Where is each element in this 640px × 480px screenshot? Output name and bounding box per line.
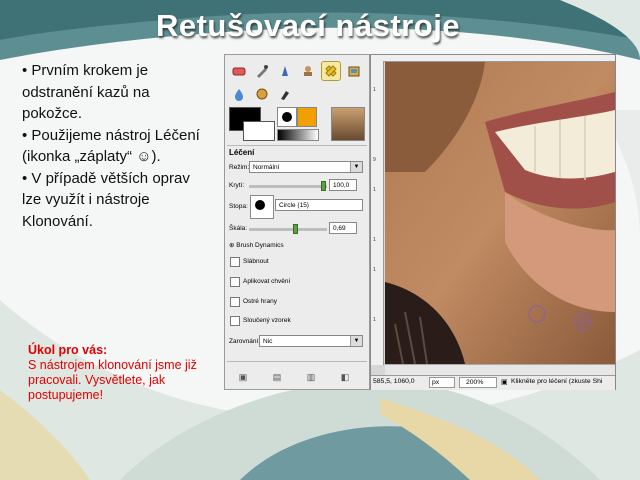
brush-name-field[interactable]: Circle (15) (275, 199, 363, 211)
tool-options-title: Léčení (229, 148, 255, 157)
brush-dynamics-label: Brush Dynamics (236, 242, 284, 249)
image-window: 1 9 1 1 1 1 585,5, 1060,0 px 200% ▣ Klik… (370, 54, 616, 390)
sample-merged-label: Sloučený vzorek (243, 317, 291, 324)
fade-label: Slábnout (243, 258, 269, 265)
scale-slider[interactable] (249, 228, 327, 231)
unit-select[interactable]: px (429, 377, 455, 388)
task-text: S nástrojem klonování jsme již pracovali… (28, 358, 197, 402)
eraser-icon[interactable] (229, 61, 249, 81)
canvas-photo[interactable] (385, 62, 615, 364)
restore-options-icon[interactable]: ▤ (271, 371, 283, 383)
zoom-value: 200% (466, 379, 484, 386)
gimp-toolbox-panel: Léčení Režim: Normální ▼ Krytí: 100,0 St… (224, 54, 370, 390)
airbrush-icon[interactable] (252, 61, 272, 81)
brush-dynamics-toggle[interactable]: ⊕ Brush Dynamics (229, 241, 284, 249)
scale-slider-handle[interactable] (293, 224, 298, 234)
mode-select[interactable]: Normální ▼ (249, 161, 363, 173)
fade-checkbox[interactable] (230, 257, 240, 267)
opacity-slider-handle[interactable] (321, 181, 326, 191)
align-select[interactable]: Nic ▼ (259, 335, 363, 347)
sample-merged-checkbox[interactable] (230, 316, 240, 326)
status-bar: 585,5, 1060,0 px 200% ▣ Klikněte pro léč… (371, 375, 615, 390)
image-thumbnail[interactable] (331, 107, 365, 141)
chevron-down-icon: ▼ (350, 162, 362, 172)
tool-options-buttons: ▣ ▤ ▥ ◧ (229, 371, 365, 385)
opacity-slider[interactable] (249, 185, 327, 188)
dodge-burn-icon[interactable] (275, 84, 295, 104)
task-box: Úkol pro vás: S nástrojem klonování jsme… (28, 343, 218, 403)
ruler-mark: 9 (373, 157, 376, 163)
bullet-2: • Použijeme nástroj Léčení (22, 126, 200, 144)
hard-edge-label: Ostré hrany (243, 298, 277, 305)
opacity-label: Krytí: (229, 182, 245, 189)
ruler-mark: 1 (373, 317, 376, 323)
gradient-preview[interactable] (277, 129, 319, 141)
vertical-ruler[interactable]: 1 9 1 1 1 1 (371, 61, 384, 365)
horizontal-ruler[interactable] (371, 55, 615, 62)
ruler-mark: 1 (373, 237, 376, 243)
align-value: Nic (263, 338, 273, 345)
status-message: Klikněte pro léčení (zkuste Shi (511, 378, 603, 385)
ruler-mark: 1 (373, 187, 376, 193)
bullet-2-note: (ikonka „záplaty“ ☺). (22, 148, 161, 165)
mode-value: Normální (253, 164, 280, 171)
delete-options-icon[interactable]: ▥ (305, 371, 317, 383)
divider (227, 145, 367, 146)
heal-patch-icon[interactable] (321, 61, 341, 81)
brush-label: Stopa: (229, 203, 248, 210)
scale-label: Škála: (229, 225, 248, 232)
smudge-icon[interactable] (252, 84, 272, 104)
ruler-mark: 1 (373, 267, 376, 273)
bullet-3: • V případě větších oprav lze využít i n… (22, 169, 190, 230)
save-options-icon[interactable]: ▣ (237, 371, 249, 383)
reset-options-icon[interactable]: ◧ (339, 371, 351, 383)
ink-icon[interactable] (275, 61, 295, 81)
opacity-input[interactable]: 100,0 (329, 179, 357, 191)
pattern-preview[interactable] (297, 107, 317, 127)
divider (227, 361, 367, 362)
bullet-list: • Prvním krokem je odstranění kazů na po… (22, 60, 212, 232)
status-message-icon: ▣ (501, 379, 508, 386)
slide-title: Retušovací nástroje (155, 8, 461, 43)
brush-selector[interactable] (250, 195, 274, 219)
scale-input[interactable]: 0,69 (329, 222, 357, 234)
chevron-down-icon: ▼ (350, 336, 362, 346)
align-label: Zarovnání: (229, 338, 261, 345)
jitter-checkbox[interactable] (230, 277, 240, 287)
brush-preview[interactable] (277, 107, 297, 127)
perspective-clone-icon[interactable] (344, 61, 364, 81)
zoom-select[interactable]: 200% (459, 377, 497, 388)
face-photo-image (385, 62, 615, 364)
clone-stamp-icon[interactable] (298, 61, 318, 81)
unit-value: px (432, 379, 440, 386)
bullet-1: • Prvním krokem je odstranění kazů na po… (22, 62, 150, 122)
jitter-label: Aplikovat chvění (243, 278, 291, 285)
pointer-coordinates: 585,5, 1060,0 (373, 378, 415, 385)
ruler-mark: 1 (373, 87, 376, 93)
blur-drop-icon[interactable] (229, 84, 249, 104)
background-color[interactable] (243, 121, 275, 141)
task-heading: Úkol pro vás: (28, 343, 108, 357)
mode-label: Režim: (229, 164, 250, 171)
hard-edge-checkbox[interactable] (230, 297, 240, 307)
horizontal-scrollbar[interactable] (385, 364, 615, 375)
